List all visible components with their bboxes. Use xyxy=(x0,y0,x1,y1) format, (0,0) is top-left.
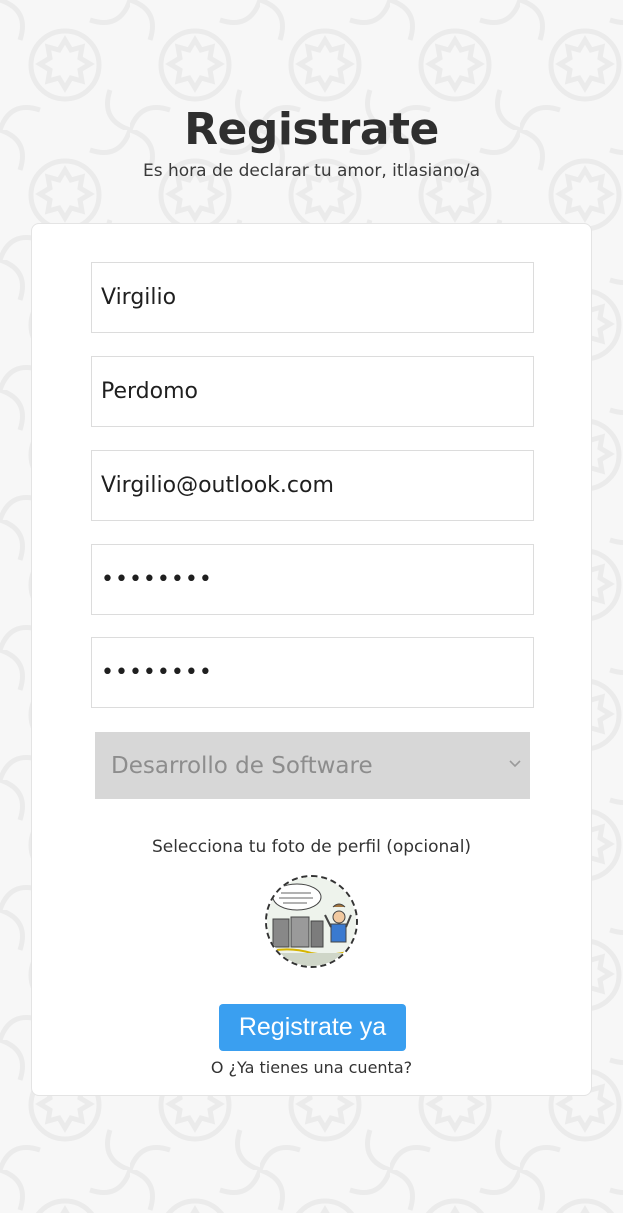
first-name-field[interactable]: Virgilio xyxy=(91,262,534,333)
chevron-down-icon xyxy=(509,760,521,768)
last-name-field[interactable]: Perdomo xyxy=(91,356,534,427)
password-field[interactable]: •••••••• xyxy=(91,544,534,615)
page-header: Registrate Es hora de declarar tu amor, … xyxy=(0,100,623,182)
career-select-value: Desarrollo de Software xyxy=(111,752,373,779)
registration-card: Virgilio Perdomo Virgilio@outlook.com ••… xyxy=(31,223,592,1096)
page-subtitle: Es hora de declarar tu amor, itlasiano/a xyxy=(142,161,481,181)
email-field[interactable]: Virgilio@outlook.com xyxy=(91,450,534,521)
password-confirm-field[interactable]: •••••••• xyxy=(91,637,534,708)
page-title: Registrate xyxy=(184,104,439,155)
login-link[interactable]: O ¿Ya tienes una cuenta? xyxy=(32,1058,591,1077)
photo-label: Selecciona tu foto de perfil (opcional) xyxy=(151,837,472,857)
register-button[interactable]: Registrate ya xyxy=(219,1004,406,1051)
profile-photo-picker[interactable] xyxy=(265,875,358,968)
avatar-image xyxy=(267,877,356,966)
career-select[interactable]: Desarrollo de Software xyxy=(95,732,530,799)
